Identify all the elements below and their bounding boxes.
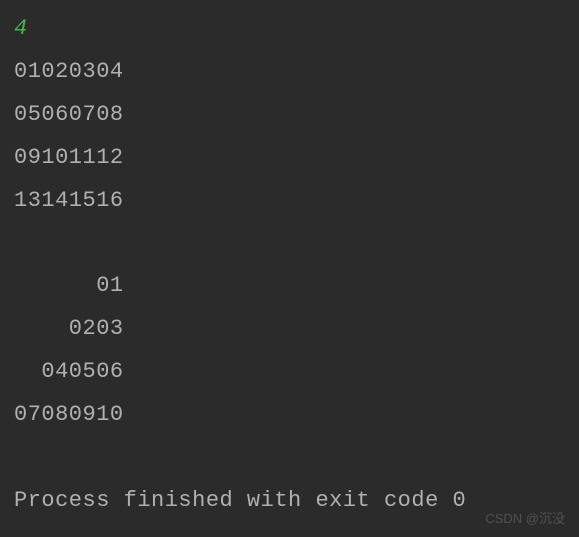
blank-line — [14, 437, 565, 480]
console-output-line: 09101112 — [14, 137, 565, 180]
console-output-line: 040506 — [14, 351, 565, 394]
console-output-line: 0203 — [14, 308, 565, 351]
console-output-line: 07080910 — [14, 394, 565, 437]
console-input-line: 4 — [14, 8, 565, 51]
exit-message: Process finished with exit code 0 — [14, 480, 565, 523]
console-output-line: 01020304 — [14, 51, 565, 94]
blank-line — [14, 222, 565, 265]
console-output-line: 13141516 — [14, 180, 565, 223]
watermark: CSDN @沉没 — [485, 506, 565, 531]
console-output-line: 01 — [14, 265, 565, 308]
console-output-line: 05060708 — [14, 94, 565, 137]
